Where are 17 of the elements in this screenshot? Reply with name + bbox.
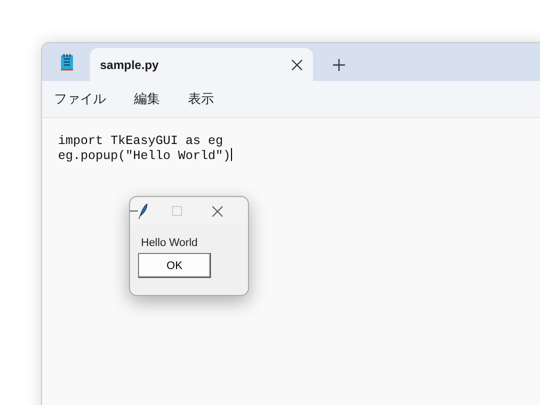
code-line: eg.popup("Hello World") — [58, 148, 233, 163]
feather-icon — [138, 203, 148, 219]
close-icon[interactable] — [212, 206, 223, 216]
tab-title: sample.py — [100, 58, 159, 72]
maximize-icon — [172, 206, 182, 216]
popup-message: Hello World — [141, 237, 199, 249]
ok-button[interactable]: OK — [138, 253, 211, 278]
plus-icon[interactable] — [333, 59, 345, 71]
file-tab[interactable]: sample.py — [90, 48, 313, 81]
notepad-icon — [60, 53, 74, 71]
code-line: import TkEasyGUI as eg — [58, 134, 224, 148]
minimize-icon[interactable] — [130, 210, 138, 212]
close-icon[interactable] — [291, 58, 303, 70]
menu-item[interactable]: 表示 — [188, 90, 214, 108]
text-cursor — [230, 148, 232, 161]
menu-item[interactable]: ファイル — [54, 90, 106, 108]
menu-item[interactable]: 編集 — [134, 90, 160, 108]
